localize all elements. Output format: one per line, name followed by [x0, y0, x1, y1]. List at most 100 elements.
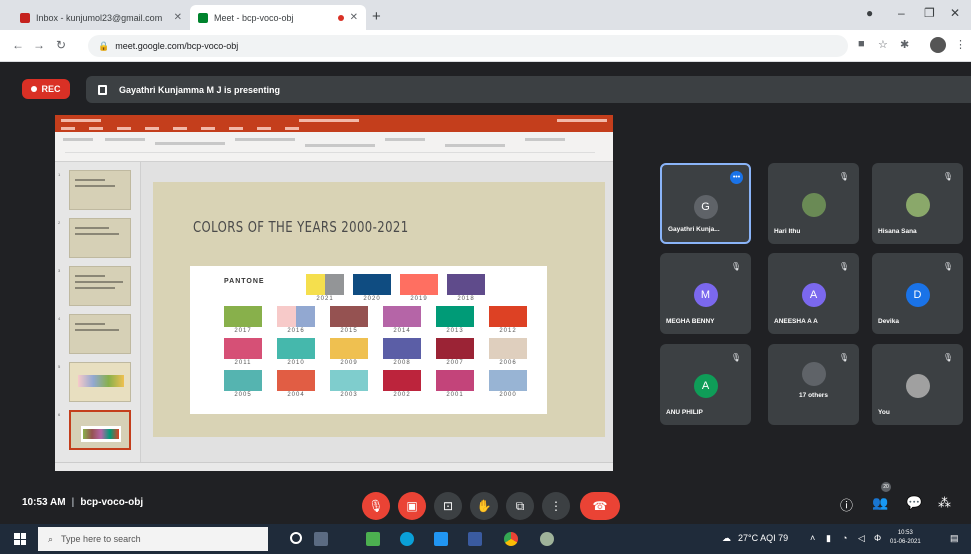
search-placeholder: Type here to search — [61, 534, 141, 544]
more-options-icon[interactable]: ••• — [730, 171, 743, 184]
avatar — [905, 374, 930, 398]
participant-tile[interactable]: 🎙 M MEGHA BENNY — [660, 253, 751, 334]
slide-canvas: COLORS OF THE YEARS 2000-2021 PANTONE 20… — [141, 162, 613, 462]
camera-off-button[interactable]: ▣ — [398, 492, 426, 520]
color-chip — [436, 338, 474, 359]
participant-name: Hari Ithu — [774, 228, 801, 235]
weather-text[interactable]: 27°C AQI 79 — [738, 533, 788, 543]
back-icon[interactable]: ← — [12, 38, 24, 52]
participant-tile[interactable]: 🎙 You — [872, 344, 963, 425]
tab-inbox[interactable]: Inbox - kunjumol23@gmail.com ✕ — [12, 5, 190, 30]
tab-title: Inbox - kunjumol23@gmail.com — [36, 12, 163, 23]
info-icon[interactable]: ⓘ — [840, 495, 853, 514]
task-view-icon[interactable] — [314, 532, 328, 546]
chat-icon[interactable]: 💬 — [906, 495, 922, 511]
present-button[interactable]: ⧉ — [506, 492, 534, 520]
close-icon[interactable]: ✕ — [350, 12, 358, 23]
powerpoint-menu — [55, 125, 613, 132]
app-icon[interactable] — [468, 532, 482, 546]
participant-tile[interactable]: 🎙 D Devika — [872, 253, 963, 334]
new-tab-icon[interactable]: + — [372, 8, 381, 25]
chip-year-label: 2017 — [234, 328, 252, 334]
color-chip — [383, 306, 421, 327]
mic-muted-icon: 🎙 — [730, 262, 741, 271]
volume-icon[interactable]: ◁ — [858, 533, 865, 544]
end-call-icon: ☎ — [592, 499, 608, 513]
meeting-code: bcp-voco-obj — [80, 497, 144, 508]
slide-thumbnail[interactable] — [69, 218, 131, 258]
profile-dot-icon[interactable]: ● — [866, 6, 873, 20]
slide-title: COLORS OF THE YEARS 2000-2021 — [193, 218, 409, 236]
taskbar-search[interactable]: ⌕ Type here to search — [38, 527, 268, 551]
activities-icon[interactable]: ⁂ — [938, 495, 951, 511]
participant-tile[interactable]: 🎙 A ANU PHILIP — [660, 344, 751, 425]
avatar[interactable] — [930, 37, 946, 53]
color-chip — [353, 274, 391, 295]
url-field[interactable]: 🔒 meet.google.com/bcp-voco-obj — [88, 35, 848, 57]
captions-button[interactable]: ⊡ — [434, 492, 462, 520]
camera-icon[interactable]: ■ — [858, 38, 865, 50]
color-chip — [436, 370, 474, 391]
mic-muted-icon: 🎙 — [942, 353, 953, 362]
app-icon[interactable] — [540, 532, 554, 546]
app-icon[interactable] — [434, 532, 448, 546]
cortana-icon[interactable] — [290, 532, 302, 544]
record-dot-icon — [31, 86, 38, 92]
participant-tile[interactable]: 🎙 Hisana Sana — [872, 163, 963, 244]
chip-year-label: 2016 — [287, 328, 305, 334]
participant-tile[interactable]: 🎙 A ANEESHA A A — [768, 253, 859, 334]
menu-dots-icon[interactable]: ⋮ — [955, 38, 966, 51]
participant-tile[interactable]: ••• G Gayathri Kunja... — [660, 163, 751, 244]
edge-icon[interactable] — [400, 532, 414, 546]
color-chip — [330, 306, 368, 327]
slide-thumbnail-selected[interactable] — [69, 410, 131, 450]
avatar: A — [693, 374, 718, 398]
chip-year-label: 2003 — [340, 392, 358, 398]
presenting-banner: Gayathri Kunjamma M J is presenting — [86, 76, 971, 103]
weather-icon: ☁ — [722, 533, 731, 543]
slide-thumbnail[interactable] — [69, 266, 131, 306]
network-icon[interactable]: ◔ — [842, 533, 847, 543]
raise-hand-button[interactable]: ✋ — [470, 492, 498, 520]
windows-start-icon[interactable] — [14, 533, 26, 545]
bookmark-star-icon[interactable]: ☆ — [878, 38, 888, 51]
slide-thumbnail[interactable] — [69, 362, 131, 402]
avatar: D — [905, 283, 930, 307]
mic-off-button[interactable]: 🎙 — [362, 492, 390, 520]
maximize-icon[interactable]: ❐ — [924, 6, 935, 20]
close-window-icon[interactable]: ✕ — [950, 6, 960, 20]
chrome-icon[interactable] — [504, 532, 518, 546]
participant-name: You — [878, 409, 890, 416]
address-bar: ← → ↻ 🔒 meet.google.com/bcp-voco-obj ■ ☆… — [0, 30, 971, 62]
chip-year-label: 2008 — [393, 360, 411, 366]
presenting-text: Gayathri Kunjamma M J is presenting — [119, 84, 281, 95]
avatar — [801, 193, 826, 217]
meet-icon — [198, 12, 208, 23]
reload-icon[interactable]: ↻ — [56, 38, 66, 52]
minimize-icon[interactable]: – — [898, 6, 905, 20]
color-chip — [489, 338, 527, 359]
color-chip — [436, 306, 474, 327]
battery-icon[interactable]: ▮ — [826, 533, 831, 544]
tab-meet[interactable]: Meet - bcp-voco-obj ✕ — [190, 5, 366, 30]
extensions-icon[interactable]: ✱ — [900, 38, 909, 51]
slide-thumbnail[interactable] — [69, 314, 131, 354]
participant-name: ANEESHA A A — [774, 318, 818, 325]
more-options-button[interactable]: ⋮ — [542, 492, 570, 520]
meeting-info: 10:53 AM | bcp-voco-obj — [22, 497, 144, 508]
clock[interactable]: 10:53 01-06-2021 — [890, 529, 921, 547]
leave-call-button[interactable]: ☎ — [580, 492, 620, 520]
slide-thumbnail[interactable] — [69, 170, 131, 210]
people-icon[interactable]: 👥 — [872, 495, 888, 511]
participant-tile[interactable]: 🎙 17 others — [768, 344, 859, 425]
tray-chevron-icon[interactable]: ˄ — [810, 533, 815, 543]
participant-tile[interactable]: 🎙 Hari Ithu — [768, 163, 859, 244]
recording-badge: REC — [22, 79, 70, 99]
notifications-icon[interactable]: ▤ — [950, 533, 959, 544]
language-icon[interactable]: Φ — [874, 533, 881, 543]
close-icon[interactable]: ✕ — [174, 12, 182, 23]
app-icon[interactable] — [366, 532, 380, 546]
forward-icon[interactable]: → — [33, 38, 45, 52]
color-chip — [224, 338, 262, 359]
chip-year-label: 2015 — [340, 328, 358, 334]
